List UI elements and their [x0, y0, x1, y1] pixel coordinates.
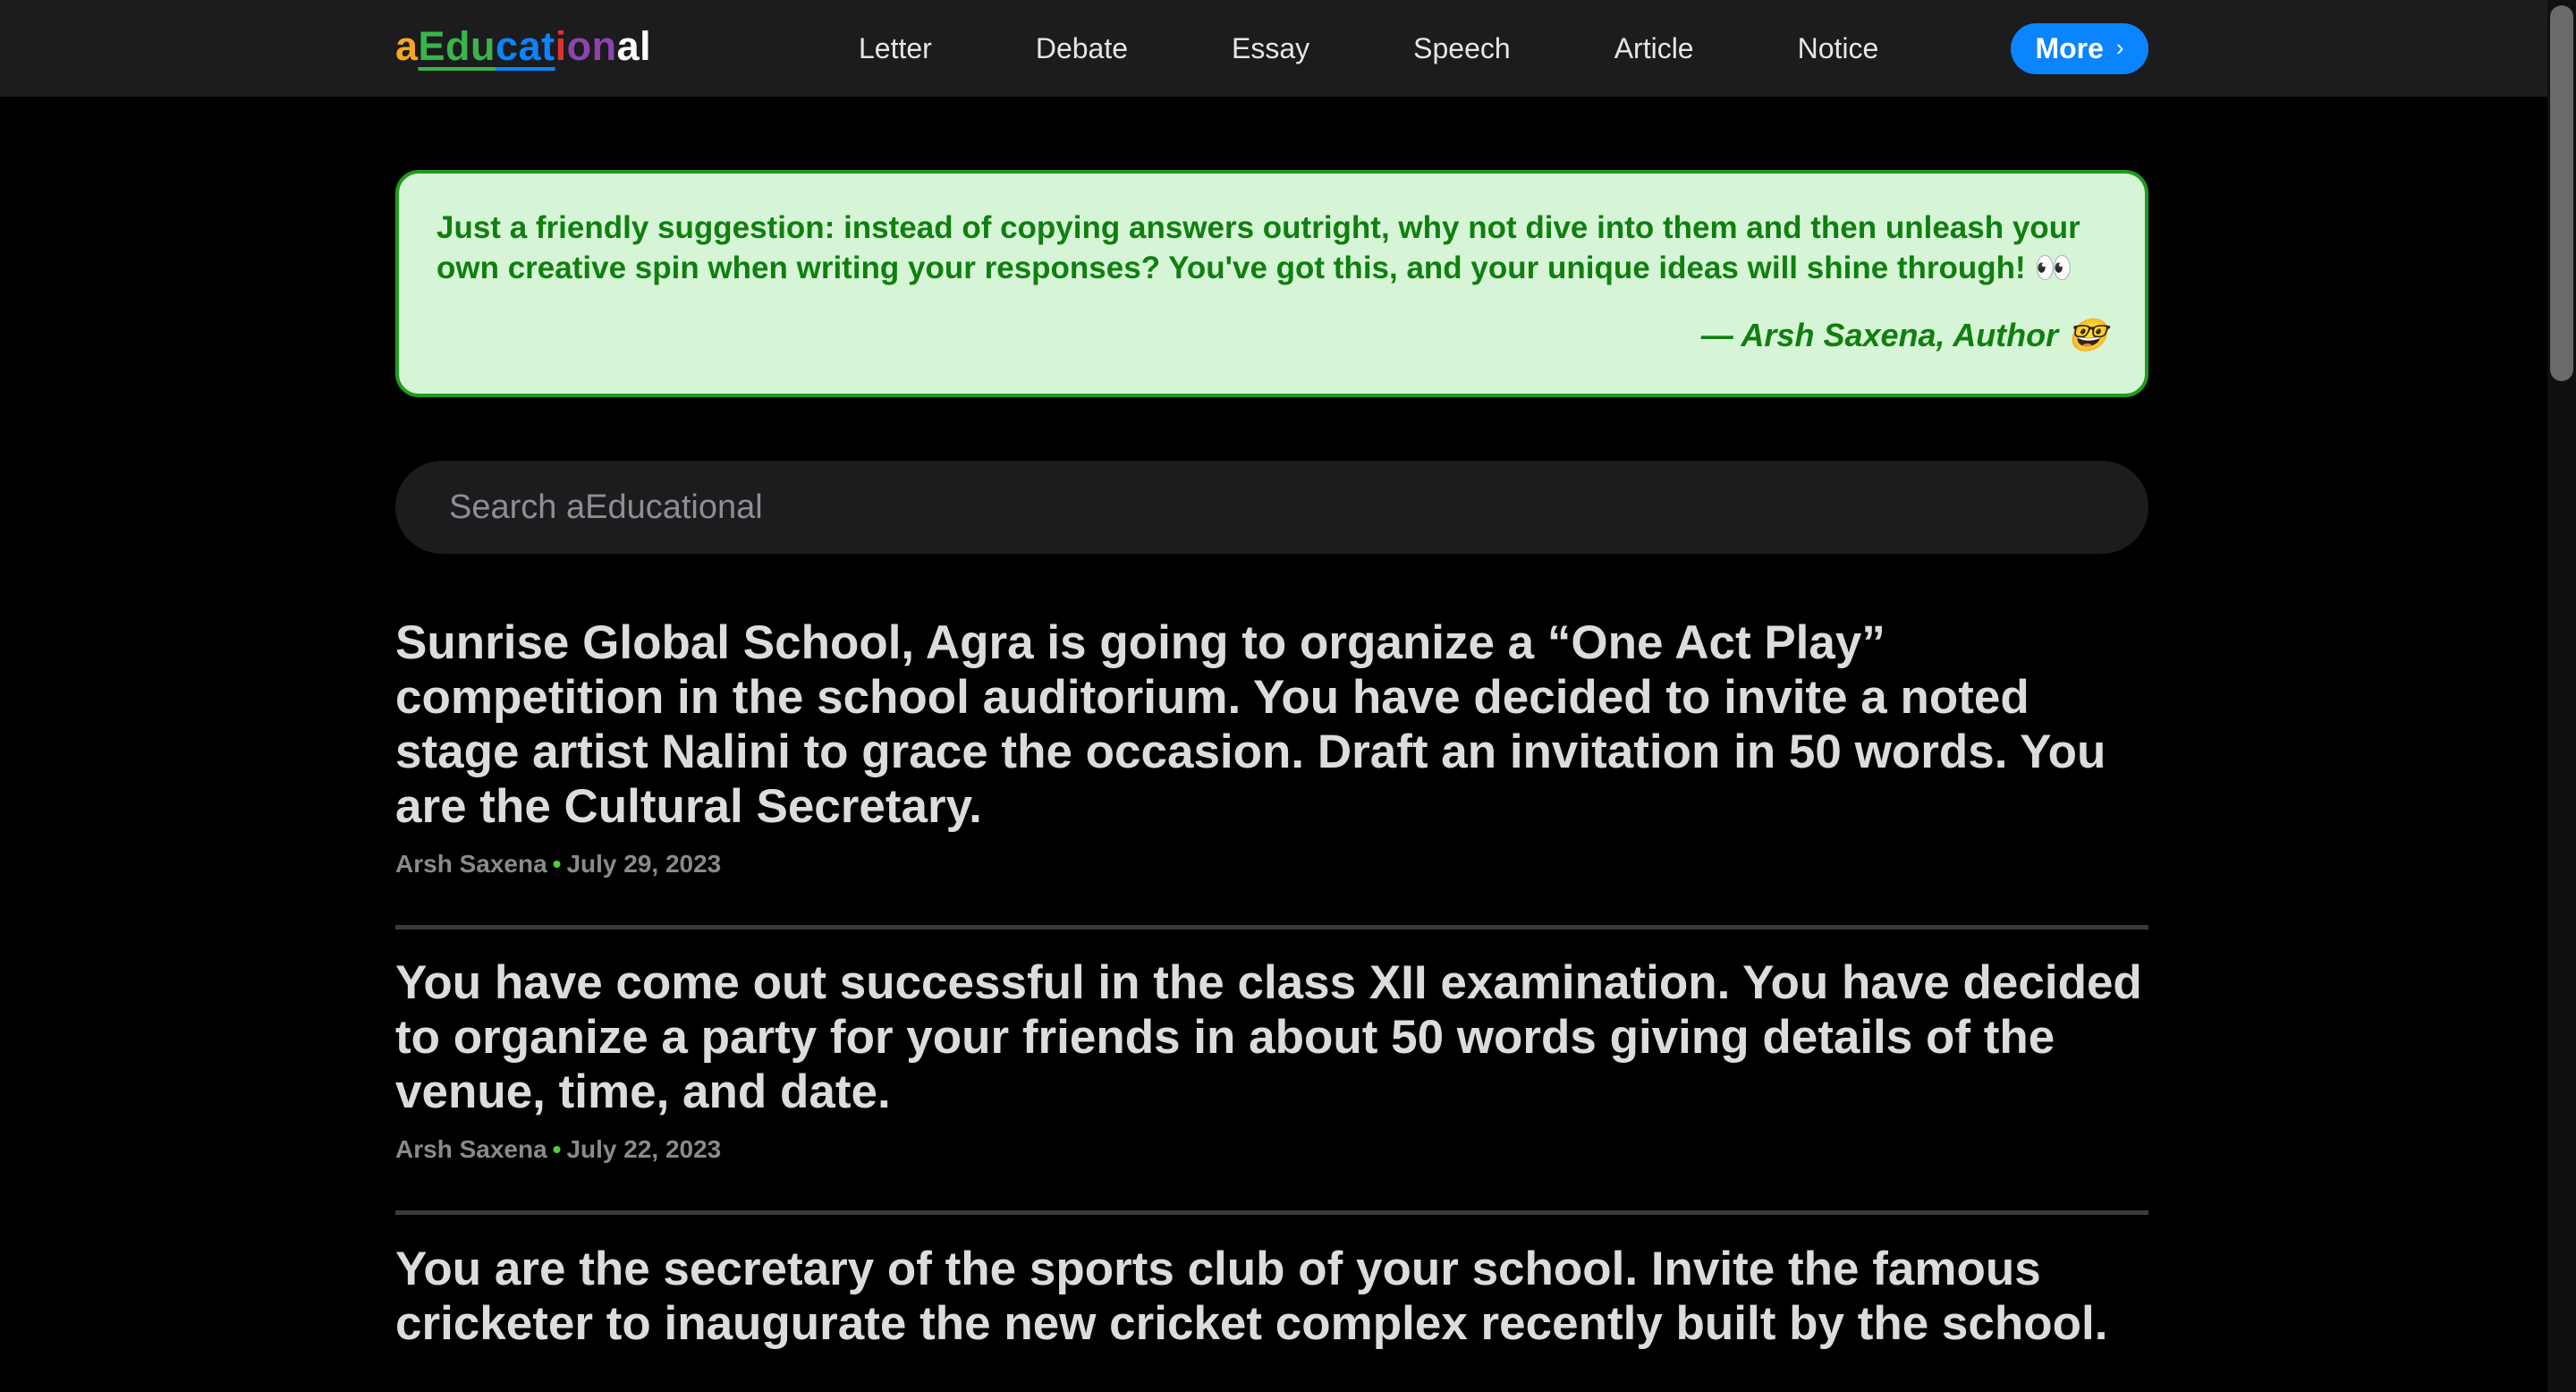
article-title[interactable]: You are the secretary of the sports club… — [395, 1242, 2148, 1351]
article-author: Arsh Saxena — [395, 1135, 547, 1163]
suggestion-author: — Arsh Saxena, Author 🤓 — [1700, 317, 2107, 353]
chevron-right-icon: › — [2115, 34, 2124, 61]
meta-dot-icon: • — [552, 850, 562, 878]
article-item[interactable]: Sunrise Global School, Agra is going to … — [395, 615, 2148, 878]
logo-letter: i — [555, 23, 567, 69]
logo-letter: u — [470, 23, 496, 69]
article-author: Arsh Saxena — [395, 850, 547, 878]
article-item[interactable]: You have come out successful in the clas… — [395, 955, 2148, 1164]
more-button[interactable]: More › — [2011, 23, 2148, 74]
main-nav: Letter Debate Essay Speech Article Notic… — [859, 0, 1982, 97]
nav-notice[interactable]: Notice — [1798, 32, 1879, 65]
nav-debate[interactable]: Debate — [1036, 32, 1128, 65]
article-date: July 22, 2023 — [566, 1135, 722, 1163]
top-navbar: aEducational Letter Debate Essay Speech … — [0, 0, 2547, 97]
scrollbar-thumb[interactable] — [2550, 5, 2573, 381]
article-title[interactable]: Sunrise Global School, Agra is going to … — [395, 615, 2148, 834]
search-input[interactable] — [449, 488, 2059, 527]
page: aEducational Letter Debate Essay Speech … — [0, 0, 2576, 1392]
logo-letter: a — [518, 23, 542, 69]
article-meta: Arsh Saxena • July 29, 2023 — [395, 850, 2148, 878]
nav-letter[interactable]: Letter — [859, 32, 932, 65]
more-button-label: More — [2035, 32, 2104, 64]
article-divider — [395, 1210, 2148, 1215]
logo-letter: t — [541, 23, 555, 69]
article-date: July 29, 2023 — [566, 850, 722, 878]
logo-letter: d — [445, 23, 471, 69]
search-bar[interactable] — [395, 461, 2148, 554]
logo-letter: a — [616, 23, 640, 69]
logo-letter: c — [496, 23, 519, 69]
article-meta: Arsh Saxena • July 22, 2023 — [395, 1135, 2148, 1164]
suggestion-banner: Just a friendly suggestion: instead of c… — [395, 170, 2148, 397]
logo-letter: o — [566, 23, 592, 69]
nav-essay[interactable]: Essay — [1232, 32, 1309, 65]
site-logo[interactable]: aEducational — [395, 21, 651, 72]
logo-letter: a — [395, 23, 419, 69]
nav-speech[interactable]: Speech — [1413, 32, 1511, 65]
logo-letter: E — [418, 23, 446, 69]
article-divider — [395, 925, 2148, 929]
meta-dot-icon: • — [552, 1135, 562, 1163]
article-item[interactable]: You are the secretary of the sports club… — [395, 1242, 2148, 1351]
logo-letter: n — [591, 23, 617, 69]
article-title[interactable]: You have come out successful in the clas… — [395, 955, 2148, 1119]
nav-article[interactable]: Article — [1614, 32, 1694, 65]
suggestion-text: Just a friendly suggestion: instead of c… — [436, 210, 2080, 285]
logo-letter: l — [640, 23, 652, 69]
